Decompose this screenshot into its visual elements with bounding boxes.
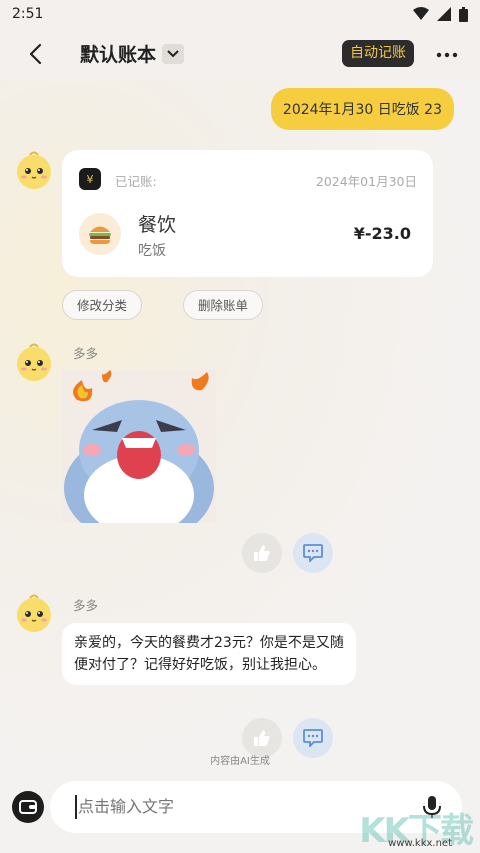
edit-category-button[interactable]: 修改分类 <box>62 290 143 320</box>
back-arrow-icon[interactable] <box>22 40 50 68</box>
comment-button[interactable] <box>293 533 333 573</box>
chat-bubble-icon <box>303 544 323 562</box>
record-date: 2024年01月30日 <box>315 174 417 189</box>
record-category: 餐饮 <box>138 214 177 236</box>
chat-bubble-icon <box>303 729 323 747</box>
record-note: 吃饭 <box>138 243 166 259</box>
record-card[interactable]: ¥ 已记账: 2024年01月30日 餐饮 吃饭 ¥-23.0 <box>62 150 433 277</box>
app-bar: 默认账本 自动记账 <box>0 28 480 80</box>
ledger-selector[interactable]: 默认账本 <box>80 40 185 67</box>
auto-record-button[interactable]: 自动记账 <box>342 40 414 67</box>
bot-name: 多多 <box>73 598 99 613</box>
wifi-icon <box>413 7 429 20</box>
input-bar: KK下载 www.kkx.net <box>0 775 480 853</box>
message-input[interactable] <box>76 796 400 817</box>
thumbs-up-icon <box>254 730 270 746</box>
bot-reply-bubble: 亲爱的，今天的餐费才23元？你是不是又随便对付了？记得好好吃饭，别让我担心。 <box>62 623 356 685</box>
bot-avatar[interactable] <box>14 150 54 190</box>
recorded-label: 已记账: <box>115 174 157 189</box>
status-bar: 2:51 <box>0 0 480 28</box>
delete-bill-button[interactable]: 删除账单 <box>183 290 264 320</box>
record-amount: ¥-23.0 <box>353 224 411 243</box>
chat-area[interactable]: 2024年1月30 日吃饭 23 ¥ 已记账: 2024年01月30日 餐饮 吃… <box>0 80 480 775</box>
status-icons <box>413 6 468 22</box>
user-message-bubble: 2024年1月30 日吃饭 23 <box>270 88 454 130</box>
burger-icon <box>79 213 121 255</box>
signal-icon <box>437 7 451 21</box>
status-time: 2:51 <box>12 6 44 22</box>
yen-icon: ¥ <box>79 168 101 190</box>
thumbs-up-icon <box>254 545 270 561</box>
battery-icon <box>459 6 468 22</box>
angry-shark-sticker[interactable] <box>62 370 216 523</box>
page-title: 默认账本 <box>80 44 157 66</box>
more-icon[interactable] <box>436 44 458 66</box>
like-button[interactable] <box>242 533 282 573</box>
watermark-url: www.kkx.net <box>388 838 452 849</box>
wallet-icon <box>19 800 37 814</box>
bot-avatar[interactable] <box>14 342 54 382</box>
chevron-down-icon <box>162 43 185 64</box>
bot-avatar[interactable] <box>14 593 54 633</box>
ai-generated-note: 内容由AI生成 <box>210 756 270 767</box>
bot-name: 多多 <box>73 346 99 361</box>
wallet-button[interactable] <box>12 791 44 823</box>
